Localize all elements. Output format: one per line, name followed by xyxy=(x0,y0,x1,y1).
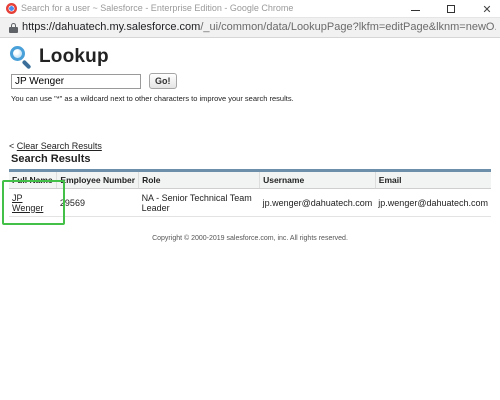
wildcard-hint: You can use "*" as a wildcard next to ot… xyxy=(11,94,294,103)
clear-prefix: < xyxy=(9,141,15,151)
maximize-icon xyxy=(447,5,455,13)
column-header-email: Email xyxy=(374,170,491,189)
close-button[interactable]: ✕ xyxy=(476,1,498,17)
search-form: Go! xyxy=(11,73,177,89)
lookup-header: Lookup xyxy=(9,44,109,70)
window-title: Search for a user ~ Salesforce - Enterpr… xyxy=(21,3,294,13)
results-table: Full Name Employee Number Role Username … xyxy=(9,169,491,217)
page-title: Lookup xyxy=(39,46,109,67)
clear-results-row: < Clear Search Results xyxy=(9,141,102,151)
url-text[interactable]: https://dahuatech.my.salesforce.com/_ui/… xyxy=(22,21,496,33)
url-path: /_ui/common/data/LookupPage?lkfm=editPag… xyxy=(200,21,496,33)
search-input[interactable] xyxy=(11,73,141,89)
address-bar[interactable]: https://dahuatech.my.salesforce.com/_ui/… xyxy=(0,18,500,38)
lock-icon xyxy=(9,23,18,33)
cell-username: jp.wenger@dahuatech.com xyxy=(259,188,376,217)
url-host: https://dahuatech.my.salesforce.com xyxy=(22,21,201,33)
maximize-button[interactable] xyxy=(440,1,462,17)
column-header-full-name: Full Name xyxy=(9,170,57,189)
table-row: JP Wenger 29569 NA - Senior Technical Te… xyxy=(9,188,491,217)
window-titlebar: Search for a user ~ Salesforce - Enterpr… xyxy=(0,0,500,18)
column-header-username: Username xyxy=(259,170,376,189)
copyright-footer: Copyright © 2000-2019 salesforce.com, in… xyxy=(152,235,348,242)
minimize-button[interactable] xyxy=(404,1,426,17)
lookup-page: Lookup Go! You can use "*" as a wildcard… xyxy=(0,38,500,400)
clear-search-results-link[interactable]: Clear Search Results xyxy=(17,141,102,151)
chrome-icon xyxy=(6,3,17,14)
user-name-link[interactable]: JP Wenger xyxy=(12,193,43,213)
column-header-employee-number: Employee Number xyxy=(56,170,139,189)
magnifier-icon xyxy=(9,45,33,70)
column-header-role: Role xyxy=(138,170,260,189)
search-results-heading: Search Results xyxy=(11,153,91,165)
cell-email: jp.wenger@dahuatech.com xyxy=(375,188,491,217)
cell-employee-number: 29569 xyxy=(56,188,139,217)
go-button[interactable]: Go! xyxy=(149,73,177,89)
table-header-row: Full Name Employee Number Role Username … xyxy=(9,170,491,189)
minimize-icon xyxy=(410,9,420,11)
cell-full-name: JP Wenger xyxy=(9,188,57,217)
close-icon: ✕ xyxy=(482,3,492,16)
cell-role: NA - Senior Technical Team Leader xyxy=(138,188,260,217)
